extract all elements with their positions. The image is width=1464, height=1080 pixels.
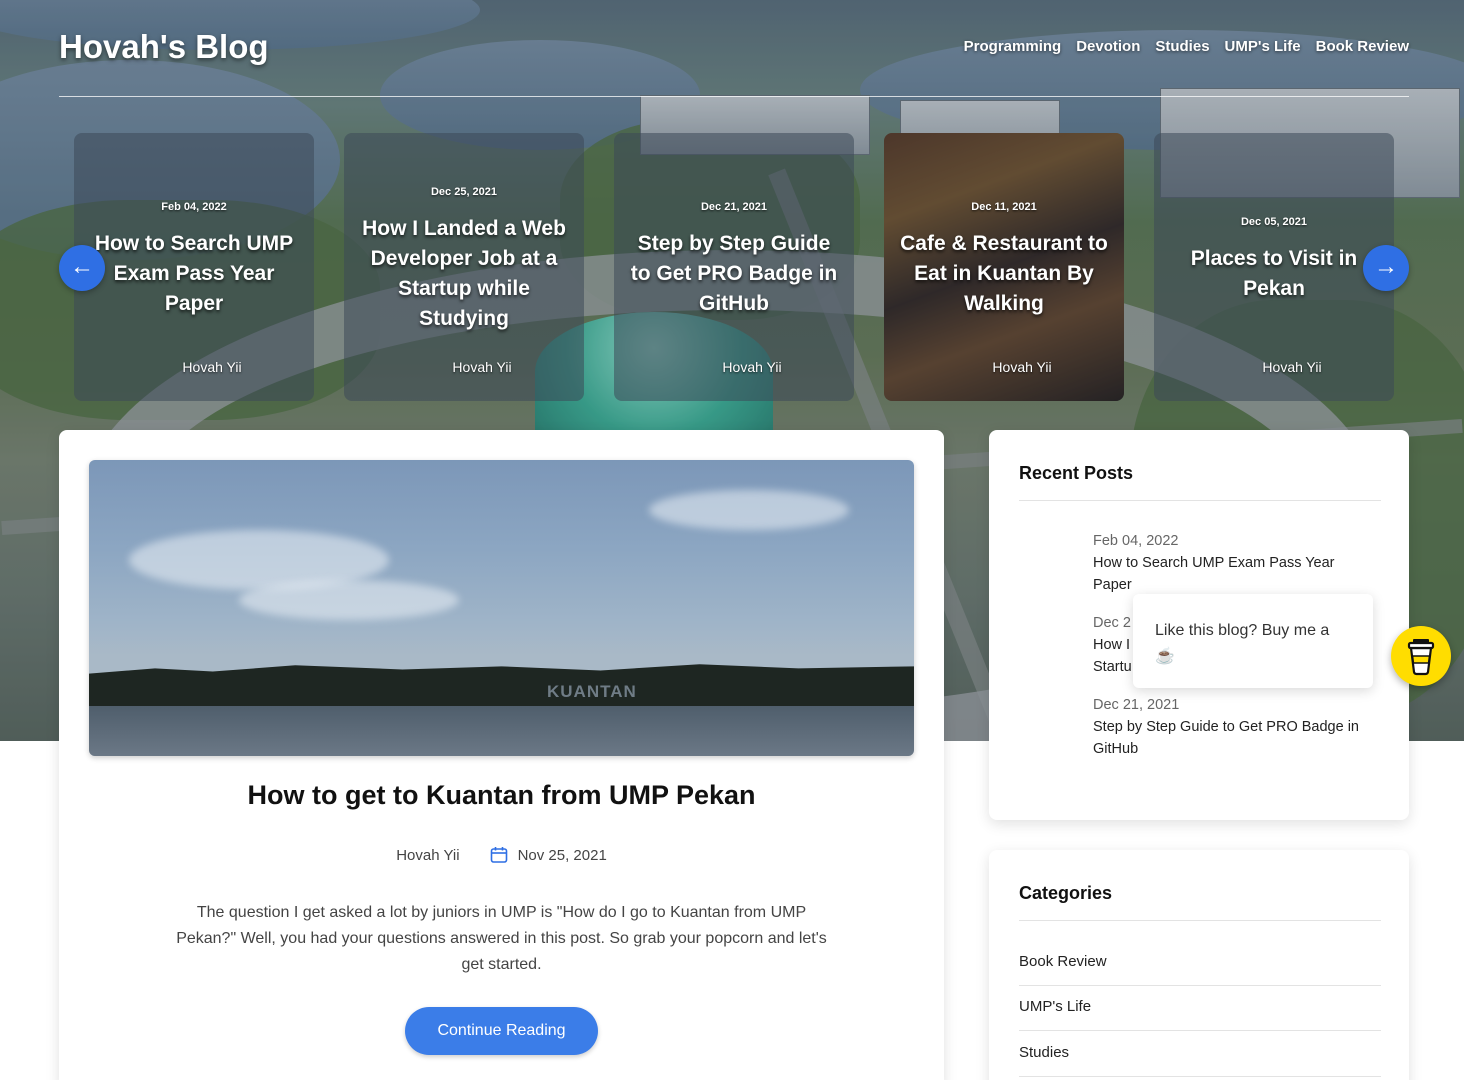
recent-posts-divider [1019,500,1381,501]
nav-item-umps-life[interactable]: UMP's Life [1225,38,1301,55]
carousel-card[interactable]: Dec 11, 2021 Cafe & Restaurant to Eat in… [884,133,1124,401]
carousel-card[interactable]: Dec 25, 2021 How I Landed a Web Develope… [344,133,584,401]
card-author: Hovah Yii [452,359,512,375]
card-author: Hovah Yii [992,359,1052,375]
card-date: Dec 11, 2021 [971,201,1037,213]
arrow-right-icon: → [1374,253,1398,280]
header-divider [59,96,1409,97]
calendar-icon [490,847,507,863]
card-title: Places to Visit in Pekan [1190,247,1358,300]
recent-post-title: Step by Step Guide to Get PRO Badge in G… [1093,719,1359,757]
carousel-prev-button[interactable]: ← [59,245,105,291]
post-image-sign: KUANTAN [547,682,637,701]
site-title[interactable]: Hovah's Blog [59,28,269,66]
buy-me-coffee-popup[interactable]: Like this blog? Buy me a ☕ [1133,594,1373,688]
post-date: Nov 25, 2021 [517,846,607,864]
carousel-card[interactable]: Dec 21, 2021 Step by Step Guide to Get P… [614,133,854,401]
category-item-umps-life[interactable]: UMP's Life [1019,998,1381,1015]
main-nav: Programming Devotion Studies UMP's Life … [964,38,1409,55]
recent-post-date: Feb 04, 2022 [1093,533,1179,549]
carousel-card[interactable]: Dec 05, 2021 Places to Visit in Pekan Ho… [1154,133,1394,401]
arrow-left-icon: ← [70,253,94,280]
category-divider [1019,1030,1381,1031]
continue-reading-button[interactable]: Continue Reading [405,1007,598,1055]
buy-me-coffee-button[interactable] [1391,626,1451,686]
nav-item-programming[interactable]: Programming [964,38,1062,55]
categories-widget: Categories Book Review UMP's Life Studie… [989,850,1409,1080]
buy-me-coffee-text: Like this blog? Buy me a [1155,622,1330,639]
card-title: Cafe & Restaurant to Eat in Kuantan By W… [900,232,1108,315]
recent-post-title: How to Search UMP Exam Pass Year Paper [1093,555,1335,593]
nav-item-studies[interactable]: Studies [1155,38,1209,55]
card-date: Feb 04, 2022 [161,201,227,213]
post-title[interactable]: How to get to Kuantan from UMP Pekan [59,780,944,811]
category-divider [1019,985,1381,986]
nav-item-devotion[interactable]: Devotion [1076,38,1140,55]
card-title: How I Landed a Web Developer Job at a St… [362,217,566,330]
category-divider [1019,1076,1381,1077]
post-author: Hovah Yii [396,846,460,864]
post-image[interactable]: KUANTAN [89,460,914,756]
carousel-card[interactable]: Feb 04, 2022 How to Search UMP Exam Pass… [74,133,314,401]
card-title: How to Search UMP Exam Pass Year Paper [94,232,294,315]
post-meta: Hovah Yii Nov 25, 2021 [59,846,944,864]
featured-carousel: Feb 04, 2022 How to Search UMP Exam Pass… [74,133,1394,401]
recent-post-item[interactable]: Dec 21, 2021 Step by Step Guide to Get P… [1093,694,1373,760]
card-author: Hovah Yii [722,359,782,375]
post-excerpt: The question I get asked a lot by junior… [176,904,827,973]
carousel-next-button[interactable]: → [1363,245,1409,291]
recent-posts-heading: Recent Posts [1019,463,1134,483]
post-card: KUANTAN How to get to Kuantan from UMP P… [59,430,944,1080]
card-author: Hovah Yii [182,359,242,375]
card-title: Step by Step Guide to Get PRO Badge in G… [630,232,838,315]
card-date: Dec 25, 2021 [430,186,498,198]
nav-item-book-review[interactable]: Book Review [1316,38,1409,55]
categories-heading: Categories [1019,883,1113,903]
coffee-cup-icon [1407,639,1435,676]
category-item-book-review[interactable]: Book Review [1019,953,1381,970]
recent-post-date: Dec 21, 2021 [1093,697,1180,713]
recent-post-item[interactable]: Feb 04, 2022 How to Search UMP Exam Pass… [1093,530,1373,596]
categories-divider [1019,920,1381,921]
card-date: Dec 21, 2021 [700,201,768,213]
category-item-studies[interactable]: Studies [1019,1044,1381,1061]
card-author: Hovah Yii [1262,359,1322,375]
coffee-emoji-icon: ☕ [1155,648,1175,665]
card-date: Dec 05, 2021 [1240,216,1308,228]
